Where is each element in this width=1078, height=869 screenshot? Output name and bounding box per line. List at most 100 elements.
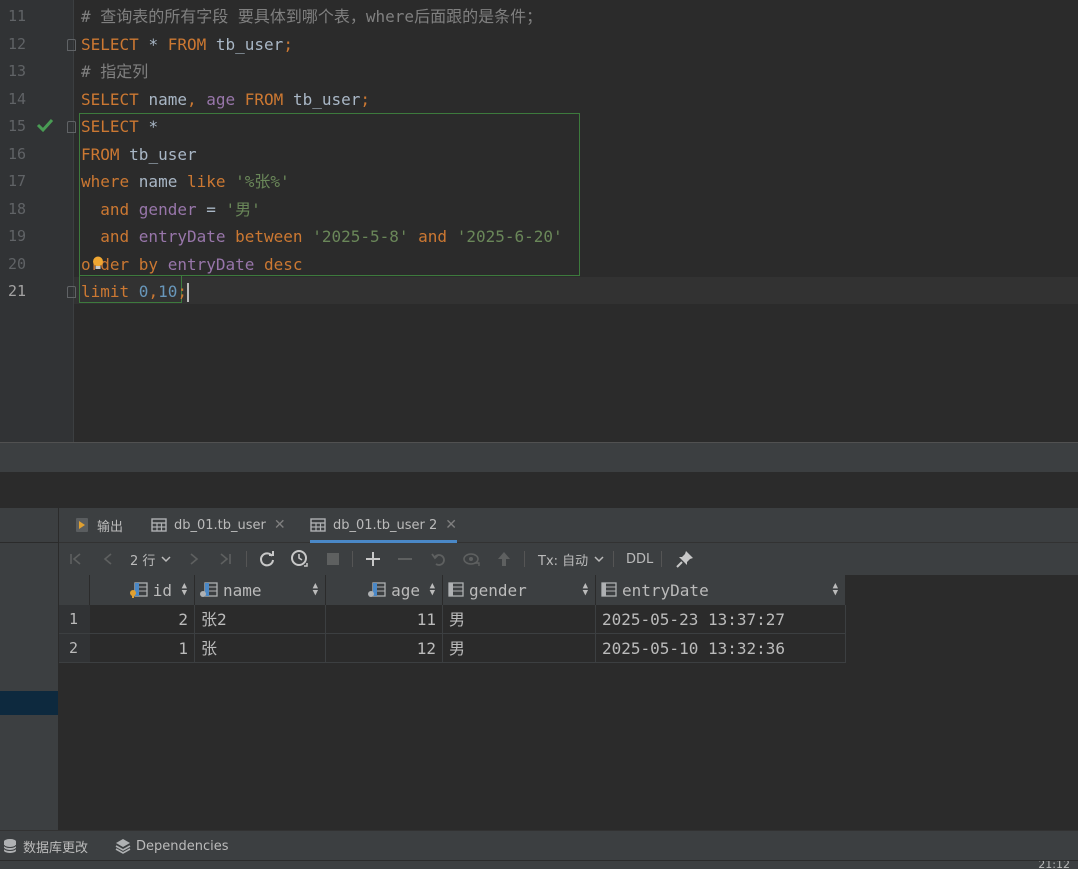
code-token: '男' [225, 199, 261, 219]
fold-marker-icon[interactable] [67, 286, 76, 298]
db-changes-label: 数据库更改 [23, 840, 89, 856]
check-icon[interactable] [36, 117, 54, 133]
row-number[interactable]: 1 [59, 605, 90, 634]
tab-label: db_01.tb_user [174, 517, 266, 533]
table-icon [310, 518, 326, 532]
code-token: 10 [158, 282, 178, 301]
table-cell[interactable]: 11 [326, 605, 443, 634]
db-changes-tool-button[interactable]: 数据库更改 [2, 831, 88, 861]
code-token: entryDate [167, 254, 265, 274]
add-row-icon[interactable] [365, 549, 381, 569]
table-cell[interactable]: 12 [326, 634, 443, 663]
grid-corner[interactable] [59, 575, 90, 605]
tab-db01-tb-user-2[interactable]: db_01.tb_user 2 ✕ [310, 508, 458, 543]
ddl-button[interactable]: DDL [626, 549, 653, 569]
result-grid[interactable]: id ▲ ▼ name ▲ ▼ age ▲ ▼ gender ▲ ▼ entryDate ▲ ▼ 1 2 张2 11… [59, 575, 1078, 830]
code-line[interactable]: FROM tb_user [81, 141, 197, 169]
stop-icon[interactable] [326, 549, 340, 569]
code-token: like [186, 172, 236, 191]
table-cell[interactable]: 2025-05-10 13:32:36 [596, 634, 846, 663]
code-line[interactable]: # 查询表的所有字段 要具体到哪个表，where后面跟的是条件； [81, 3, 542, 31]
transaction-mode-label: Tx: 自动 [538, 553, 589, 569]
code-line[interactable]: order by entryDate desc [81, 251, 303, 279]
code-token: FROM [81, 144, 130, 164]
first-page-icon[interactable] [69, 549, 83, 569]
code-line[interactable]: limit 0,10; [81, 278, 189, 306]
column-header-age[interactable]: age ▲ ▼ [326, 575, 443, 605]
last-page-icon[interactable] [218, 549, 232, 569]
sql-editor[interactable]: 11 12 13 14 15 16 17 18 19 20 21 # 查询表的所有字段 要具体到哪个… [0, 0, 1078, 442]
close-icon[interactable]: ✕ [445, 517, 457, 533]
dependencies-tool-button[interactable]: Dependencies [115, 831, 229, 861]
code-token: # 查询表的所有字段 要具体到哪个表，where后面跟的是条件； [81, 7, 543, 26]
table-cell[interactable]: 张2 [195, 605, 326, 634]
index-column-icon [367, 582, 387, 598]
code-line[interactable]: and gender = '男' [81, 196, 261, 224]
code-line[interactable]: # 指定列 [81, 58, 148, 86]
previous-page-icon[interactable] [101, 549, 115, 569]
code-token: tb_user [129, 144, 197, 164]
table-cell[interactable]: 2 [90, 605, 195, 634]
tab-output[interactable]: 输出 [74, 508, 123, 542]
code-token: ; [177, 282, 187, 301]
line-number-gutter: 11 12 13 14 15 16 17 18 19 20 21 [0, 0, 74, 442]
table-cell[interactable]: 1 [90, 634, 195, 663]
code-token: SELECT [81, 34, 149, 54]
layers-icon [115, 839, 131, 854]
lightbulb-icon[interactable] [92, 256, 104, 270]
code-line[interactable]: SELECT * [81, 113, 158, 141]
index-column-icon [199, 582, 219, 598]
code-line[interactable]: SELECT name, age FROM tb_user; [81, 86, 370, 114]
line-number: 21 [8, 282, 27, 300]
table-cell[interactable]: 2025-05-23 13:37:27 [596, 605, 846, 634]
tab-db01-tb-user[interactable]: db_01.tb_user ✕ [151, 508, 286, 542]
code-token: desc [264, 254, 303, 274]
sort-icon[interactable]: ▲ ▼ [833, 582, 838, 598]
sort-icon[interactable]: ▲ ▼ [583, 582, 588, 598]
delete-row-icon[interactable] [397, 549, 413, 569]
editor-panel-splitter[interactable] [0, 442, 1078, 473]
column-header-id[interactable]: id ▲ ▼ [90, 575, 195, 605]
table-cell[interactable]: 男 [443, 634, 596, 663]
code-token: '2025-6-20' [456, 227, 563, 246]
submit-icon[interactable] [496, 549, 512, 569]
code-token: age [206, 89, 245, 109]
column-header-label: id [152, 580, 172, 600]
column-header-entrydate[interactable]: entryDate ▲ ▼ [596, 575, 846, 605]
fold-marker-icon[interactable] [67, 121, 76, 133]
code-line[interactable]: and entryDate between '2025-5-8' and '20… [81, 223, 563, 251]
line-number: 16 [8, 144, 27, 163]
fold-marker-icon[interactable] [67, 38, 76, 51]
code-line[interactable]: SELECT * FROM tb_user; [81, 31, 293, 59]
code-line[interactable]: where name like '%张%' [81, 168, 290, 196]
chevron-down-icon [161, 556, 171, 563]
close-icon[interactable]: ✕ [274, 517, 286, 533]
sort-icon[interactable]: ▲ ▼ [313, 582, 318, 598]
sort-icon[interactable]: ▲ ▼ [182, 582, 187, 598]
code-token: tb_user [292, 89, 361, 109]
refresh-icon[interactable] [258, 549, 276, 569]
undo-icon[interactable] [431, 549, 447, 569]
next-page-icon[interactable] [187, 549, 201, 569]
code-token: tb_user [215, 34, 284, 54]
code-token: name [148, 89, 187, 109]
sort-icon[interactable]: ▲ ▼ [430, 582, 435, 598]
selected-tree-node[interactable] [0, 691, 58, 715]
column-header-name[interactable]: name ▲ ▼ [195, 575, 326, 605]
table-cell[interactable]: 男 [443, 605, 596, 634]
row-number[interactable]: 2 [59, 634, 90, 663]
transaction-mode-dropdown[interactable]: Tx: 自动 [538, 549, 604, 569]
code-token: * [148, 34, 168, 54]
line-number: 11 [8, 7, 27, 25]
services-tree-strip[interactable] [0, 508, 59, 830]
column-header-gender[interactable]: gender ▲ ▼ [443, 575, 596, 605]
line-number: 13 [8, 62, 27, 80]
line-number: 15 [8, 117, 27, 135]
preview-changes-icon[interactable] [463, 549, 481, 569]
text-caret [186, 283, 189, 302]
history-icon[interactable] [290, 549, 310, 569]
pin-icon[interactable] [676, 549, 694, 569]
code-token: , [186, 89, 207, 109]
table-cell[interactable]: 张 [195, 634, 326, 663]
page-size-dropdown[interactable]: 2 行 [130, 549, 171, 569]
